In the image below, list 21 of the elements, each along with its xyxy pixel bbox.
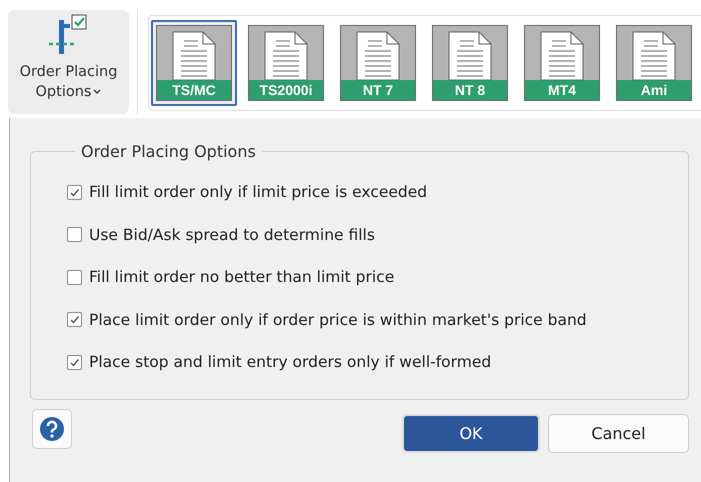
checkmark-icon	[69, 314, 80, 326]
document-icon	[448, 31, 492, 81]
checkmark-icon	[69, 356, 80, 368]
document-icon	[356, 31, 400, 81]
cancel-button[interactable]: Cancel	[548, 414, 689, 453]
document-icon	[264, 31, 308, 81]
checkmark-icon	[69, 186, 80, 198]
ok-button[interactable]: OK	[402, 414, 540, 453]
option-checkbox[interactable]: Place limit order only if order price is within market's price band	[67, 298, 688, 341]
document-icon	[540, 31, 584, 81]
option-checkbox[interactable]: Use Bid/Ask spread to determine fills	[67, 214, 688, 256]
document-icon	[632, 31, 676, 81]
caret-icon	[93, 89, 102, 95]
order-placing-options-button[interactable]: Order Placing Options	[8, 10, 129, 114]
option-checkbox[interactable]: Fill limit order no better than limit price	[67, 256, 688, 298]
group-title: Order Placing Options	[80, 142, 257, 161]
option-checkbox[interactable]: Place stop and limit entry orders only if well-formed	[67, 341, 688, 384]
help-icon	[39, 416, 65, 442]
document-icon	[172, 31, 216, 81]
help-button[interactable]	[32, 409, 72, 449]
option-checkbox[interactable]: Fill limit order only if limit price is exceeded	[67, 171, 688, 214]
